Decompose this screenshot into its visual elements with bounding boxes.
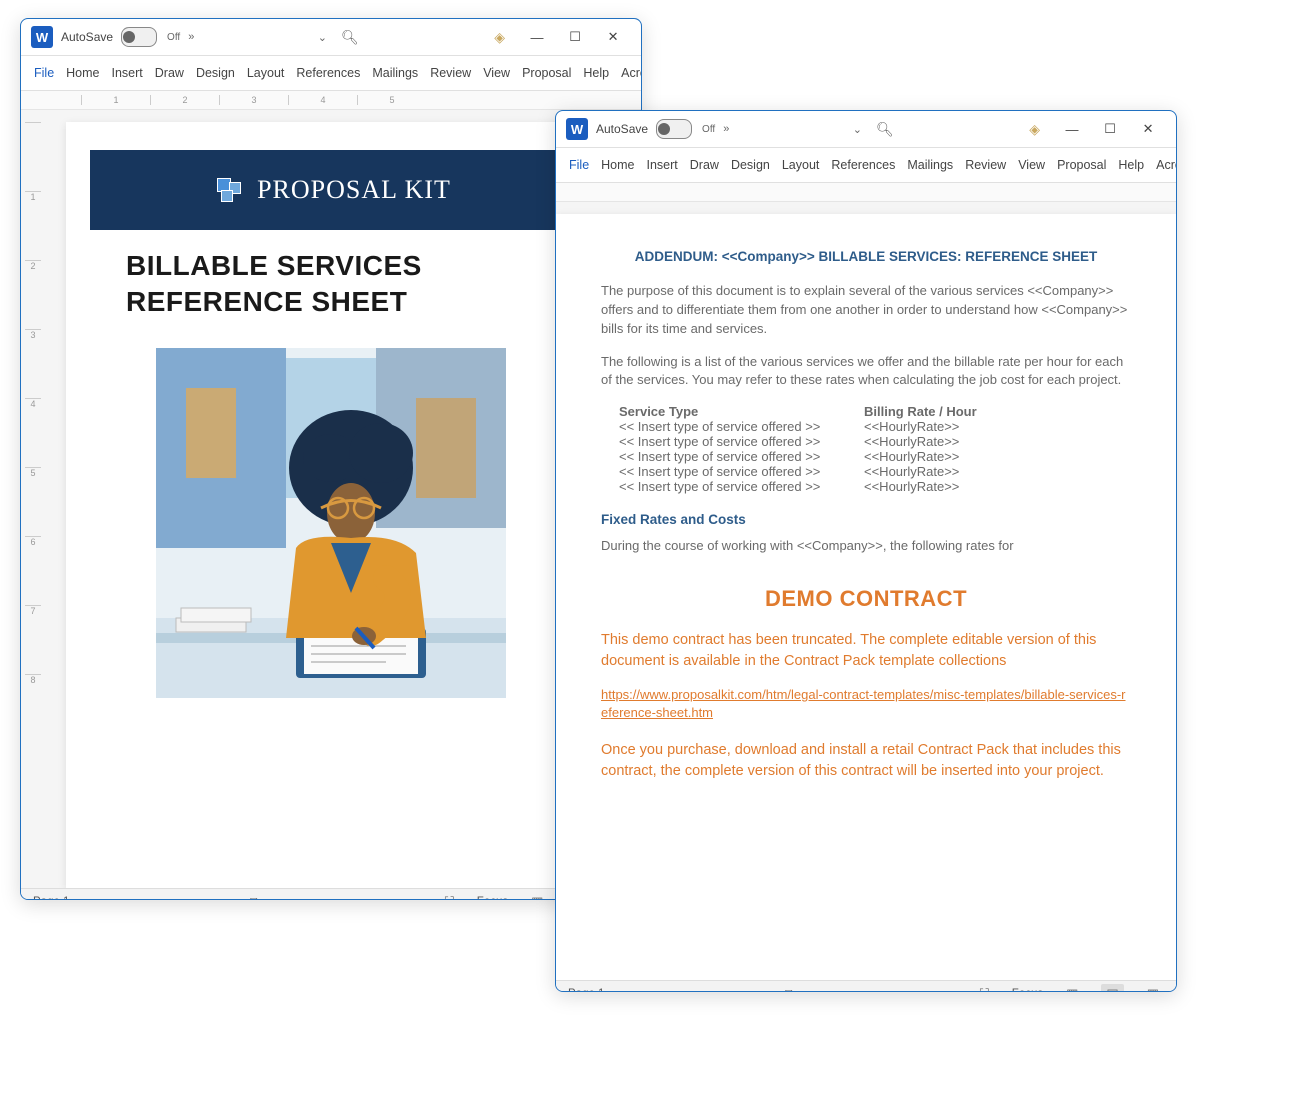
tab-review[interactable]: Review (425, 62, 476, 84)
qat-more-icon[interactable]: » (188, 31, 194, 43)
tab-design[interactable]: Design (726, 154, 775, 176)
minimize-button[interactable]: ― (519, 23, 555, 51)
document-area[interactable]: 12345678 PROPOSAL KIT BILLABLE SERVICES … (21, 110, 641, 888)
document-page[interactable]: ADDENDUM: <<Company>> BILLABLE SERVICES:… (556, 214, 1176, 980)
focus-icon[interactable]: ⛶ (975, 984, 994, 992)
tab-home[interactable]: Home (61, 62, 104, 84)
brand-text: PROPOSAL KIT (257, 175, 451, 205)
ribbon-tabs: File Home Insert Draw Design Layout Refe… (556, 148, 1176, 183)
services-table: Service Type Billing Rate / Hour << Inse… (619, 404, 1131, 494)
autosave-label: AutoSave (596, 122, 648, 136)
print-layout-icon[interactable]: ▤ (1101, 984, 1123, 992)
autosave-state: Off (167, 32, 180, 43)
intro-paragraph-1: The purpose of this document is to expla… (601, 282, 1131, 339)
tab-draw[interactable]: Draw (685, 154, 724, 176)
page-indicator[interactable]: Page 1 (33, 896, 69, 900)
tab-help[interactable]: Help (578, 62, 614, 84)
tab-acrobat[interactable]: Acrobat (616, 62, 641, 84)
demo-paragraph-2: Once you purchase, download and install … (601, 740, 1131, 782)
close-button[interactable]: ✕ (595, 23, 631, 51)
title-chevron-icon[interactable]: ⌄ (318, 31, 327, 44)
statusbar: Page 1 ⧉ ⛶ Focus ▦ ▤ ▥ (21, 888, 641, 900)
col-billing-rate: Billing Rate / Hour (864, 404, 1014, 419)
addendum-heading: ADDENDUM: <<Company>> BILLABLE SERVICES:… (601, 249, 1131, 264)
autosave-label: AutoSave (61, 30, 113, 44)
document-page[interactable]: PROPOSAL KIT BILLABLE SERVICES REFERENCE… (66, 122, 596, 888)
table-row: << Insert type of service offered >><<Ho… (619, 434, 1131, 449)
statusbar: Page 1 ⧉ ⛶ Focus ▦ ▤ ▥ (556, 980, 1176, 992)
tab-insert[interactable]: Insert (642, 154, 683, 176)
tab-proposal[interactable]: Proposal (1052, 154, 1111, 176)
page-indicator[interactable]: Page 1 (568, 988, 604, 992)
tab-view[interactable]: View (478, 62, 515, 84)
autosave-toggle[interactable] (121, 27, 157, 47)
fixed-rates-heading: Fixed Rates and Costs (601, 512, 1131, 527)
tab-draw[interactable]: Draw (150, 62, 189, 84)
table-row: << Insert type of service offered >><<Ho… (619, 464, 1131, 479)
read-mode-icon[interactable]: ▦ (1061, 984, 1083, 992)
word-app-icon: W (566, 118, 588, 140)
display-settings-icon[interactable]: ⧉ (780, 984, 799, 992)
horizontal-ruler[interactable] (556, 183, 1176, 202)
tab-layout[interactable]: Layout (777, 154, 825, 176)
tab-file[interactable]: File (29, 62, 59, 84)
tab-insert[interactable]: Insert (107, 62, 148, 84)
table-header-row: Service Type Billing Rate / Hour (619, 404, 1131, 419)
minimize-button[interactable]: ― (1054, 115, 1090, 143)
word-window-2: W AutoSave Off » ⌄ 🔍︎ ◈ ― ☐ ✕ File Home … (555, 110, 1177, 992)
table-row: << Insert type of service offered >><<Ho… (619, 479, 1131, 494)
close-button[interactable]: ✕ (1130, 115, 1166, 143)
word-window-1: W AutoSave Off » ⌄ 🔍︎ ◈ ― ☐ ✕ File Home … (20, 18, 642, 900)
demo-contract-title: DEMO CONTRACT (601, 586, 1131, 612)
autosave-state: Off (702, 124, 715, 135)
ribbon-tabs: File Home Insert Draw Design Layout Refe… (21, 56, 641, 91)
title-chevron-icon[interactable]: ⌄ (853, 123, 862, 136)
table-row: << Insert type of service offered >><<Ho… (619, 419, 1131, 434)
tab-acrobat[interactable]: Acrobat (1151, 154, 1176, 176)
vertical-ruler[interactable]: 12345678 (25, 122, 41, 888)
autosave-toggle[interactable] (656, 119, 692, 139)
tab-proposal[interactable]: Proposal (517, 62, 576, 84)
col-service-type: Service Type (619, 404, 864, 419)
display-settings-icon[interactable]: ⧉ (245, 892, 264, 900)
tab-design[interactable]: Design (191, 62, 240, 84)
search-icon[interactable]: 🔍︎ (870, 117, 900, 142)
document-area[interactable]: ADDENDUM: <<Company>> BILLABLE SERVICES:… (556, 202, 1176, 980)
web-layout-icon[interactable]: ▥ (1142, 984, 1164, 992)
demo-paragraph-1: This demo contract has been truncated. T… (601, 630, 1131, 672)
tab-home[interactable]: Home (596, 154, 639, 176)
tab-references[interactable]: References (291, 62, 365, 84)
tab-view[interactable]: View (1013, 154, 1050, 176)
word-app-icon: W (31, 26, 53, 48)
search-icon[interactable]: 🔍︎ (335, 25, 365, 50)
tab-references[interactable]: References (826, 154, 900, 176)
premium-diamond-icon[interactable]: ◈ (488, 25, 511, 50)
tab-mailings[interactable]: Mailings (902, 154, 958, 176)
read-mode-icon[interactable]: ▦ (526, 892, 548, 900)
tab-mailings[interactable]: Mailings (367, 62, 423, 84)
maximize-button[interactable]: ☐ (557, 23, 593, 51)
focus-label[interactable]: Focus (1012, 988, 1043, 992)
tab-review[interactable]: Review (960, 154, 1011, 176)
maximize-button[interactable]: ☐ (1092, 115, 1128, 143)
titlebar: W AutoSave Off » ⌄ 🔍︎ ◈ ― ☐ ✕ (556, 111, 1176, 148)
table-row: << Insert type of service offered >><<Ho… (619, 449, 1131, 464)
demo-link[interactable]: https://www.proposalkit.com/htm/legal-co… (601, 686, 1131, 722)
fixed-rates-paragraph: During the course of working with <<Comp… (601, 537, 1131, 556)
intro-paragraph-2: The following is a list of the various s… (601, 353, 1131, 391)
horizontal-ruler[interactable]: 1 2 3 4 5 (21, 91, 641, 110)
tab-help[interactable]: Help (1113, 154, 1149, 176)
premium-diamond-icon[interactable]: ◈ (1023, 117, 1046, 142)
document-title-line1: BILLABLE SERVICES (126, 250, 536, 282)
focus-icon[interactable]: ⛶ (440, 892, 459, 900)
cover-illustration (156, 348, 506, 698)
proposal-kit-logo-icon (211, 172, 247, 208)
document-title-line2: REFERENCE SHEET (126, 286, 536, 318)
qat-more-icon[interactable]: » (723, 123, 729, 135)
tab-layout[interactable]: Layout (242, 62, 290, 84)
brand-banner: PROPOSAL KIT (90, 150, 572, 230)
tab-file[interactable]: File (564, 154, 594, 176)
focus-label[interactable]: Focus (477, 896, 508, 900)
titlebar: W AutoSave Off » ⌄ 🔍︎ ◈ ― ☐ ✕ (21, 19, 641, 56)
